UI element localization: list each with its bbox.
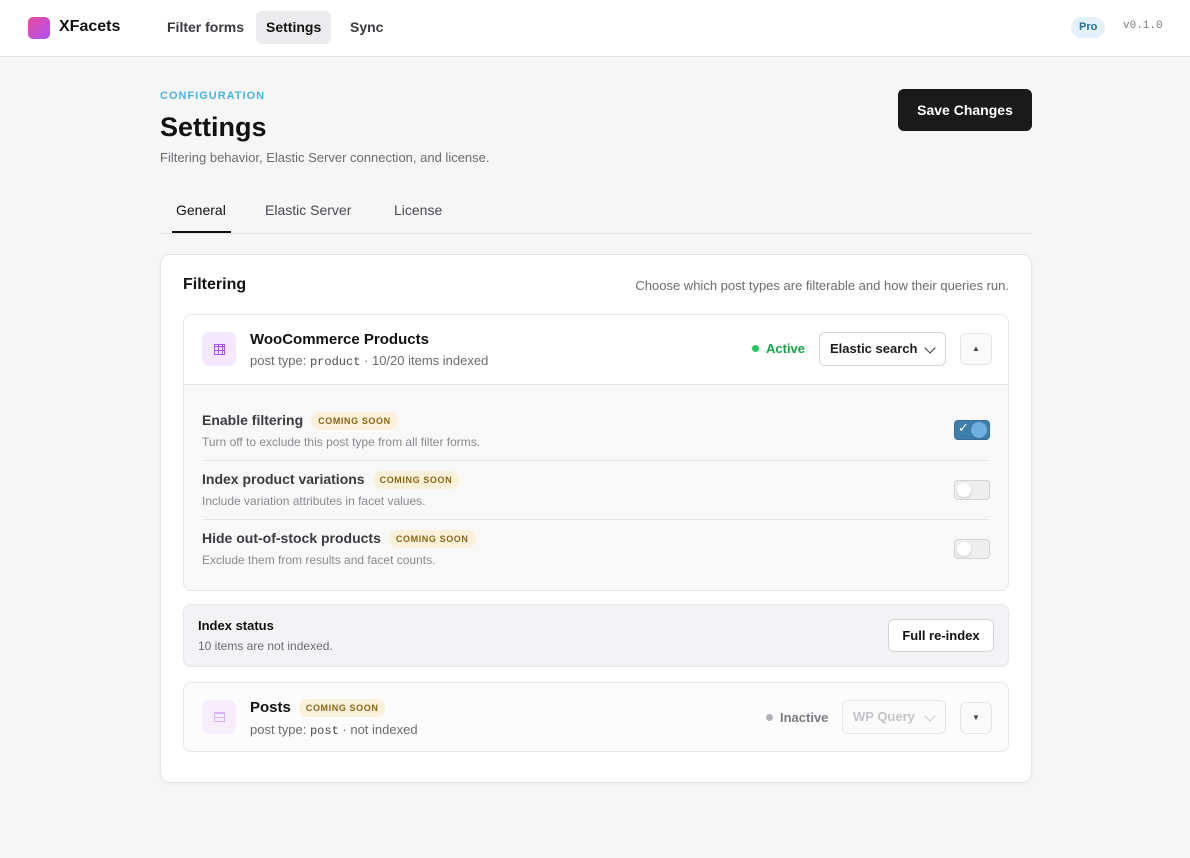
chevron-down-icon [924, 710, 936, 722]
option-enable-filtering: Enable filtering COMING SOON Turn off to … [202, 402, 990, 460]
index-status-title: Index status [198, 618, 274, 633]
post-type-name: Posts COMING SOON [250, 699, 386, 717]
tab-license[interactable]: License [394, 202, 442, 218]
post-type-woocommerce: WooCommerce Products post type: product … [183, 314, 1009, 591]
page-eyebrow: CONFIGURATION [160, 90, 266, 102]
coming-soon-badge: COMING SOON [311, 412, 398, 430]
post-type-header: Posts COMING SOON post type: post · not i… [184, 683, 1008, 751]
full-reindex-button[interactable]: Full re-index [888, 619, 994, 652]
option-index-variations: Index product variations COMING SOON Incl… [202, 460, 990, 519]
tab-general[interactable]: General [176, 202, 226, 218]
coming-soon-badge: COMING SOON [298, 699, 386, 717]
coming-soon-badge: COMING SOON [388, 530, 476, 548]
page-description: Filtering behavior, Elastic Server conne… [160, 150, 490, 165]
active-tab-indicator [172, 231, 231, 233]
index-variations-toggle[interactable] [954, 480, 990, 500]
query-engine-select[interactable]: Elastic search [819, 332, 946, 366]
post-type-posts: Posts COMING SOON post type: post · not i… [183, 682, 1009, 752]
checkmark-icon: ✓ [958, 420, 969, 435]
option-description: Include variation attributes in facet va… [202, 494, 426, 508]
option-description: Turn off to exclude this post type from … [202, 435, 481, 449]
status-dot-icon [752, 345, 759, 352]
expand-button[interactable]: ▼ [960, 702, 992, 734]
filtering-title: Filtering [183, 276, 247, 293]
post-type-meta: post type: post · not indexed [250, 722, 418, 738]
option-description: Exclude them from results and facet coun… [202, 553, 436, 567]
enable-filtering-toggle[interactable]: ✓ [954, 420, 990, 440]
index-status-description: 10 items are not indexed. [198, 639, 333, 653]
collapse-button[interactable]: ▲ [960, 333, 992, 365]
nav-sync[interactable]: Sync [340, 11, 393, 44]
nav-settings[interactable]: Settings [256, 11, 332, 44]
status-dot-icon [766, 714, 773, 721]
page-title: Settings [160, 112, 267, 142]
filtering-card: Filtering Choose which post types are fi… [160, 254, 1032, 783]
status-badge: Inactive [766, 710, 828, 725]
post-type-name: WooCommerce Products [250, 331, 429, 348]
top-bar: XFacets Filter forms Settings Sync Pro v… [0, 0, 1190, 57]
chevron-down-icon [924, 342, 936, 354]
index-status-panel: Index status 10 items are not indexed. F… [183, 604, 1009, 667]
filtering-description: Choose which post types are filterable a… [635, 278, 1009, 293]
option-label: Enable filtering COMING SOON [202, 412, 398, 430]
settings-tabs: General Elastic Server License [160, 190, 1032, 234]
coming-soon-badge: COMING SOON [372, 471, 460, 489]
query-engine-select: WP Query [842, 700, 946, 734]
brand-name: XFacets [59, 18, 121, 35]
option-hide-out-of-stock: Hide out-of-stock products COMING SOON Ex… [202, 519, 990, 578]
save-changes-button[interactable]: Save Changes [898, 89, 1032, 131]
post-type-meta: post type: product · 10/20 items indexed [250, 353, 489, 369]
post-type-header: WooCommerce Products post type: product … [184, 315, 1008, 384]
pro-badge: Pro [1071, 17, 1106, 38]
hide-out-of-stock-toggle[interactable] [954, 539, 990, 559]
option-label: Hide out-of-stock products COMING SOON [202, 530, 476, 548]
xfacets-logo-icon [28, 17, 50, 39]
option-label: Index product variations COMING SOON [202, 471, 460, 489]
nav-filter-forms[interactable]: Filter forms [157, 11, 254, 44]
version-label: v0.1.0 [1123, 20, 1163, 32]
tab-elastic-server[interactable]: Elastic Server [265, 202, 351, 218]
posts-list-icon [202, 700, 236, 734]
products-grid-icon [202, 332, 236, 366]
post-type-options: Enable filtering COMING SOON Turn off to … [184, 384, 1008, 590]
status-badge: Active [752, 341, 805, 356]
